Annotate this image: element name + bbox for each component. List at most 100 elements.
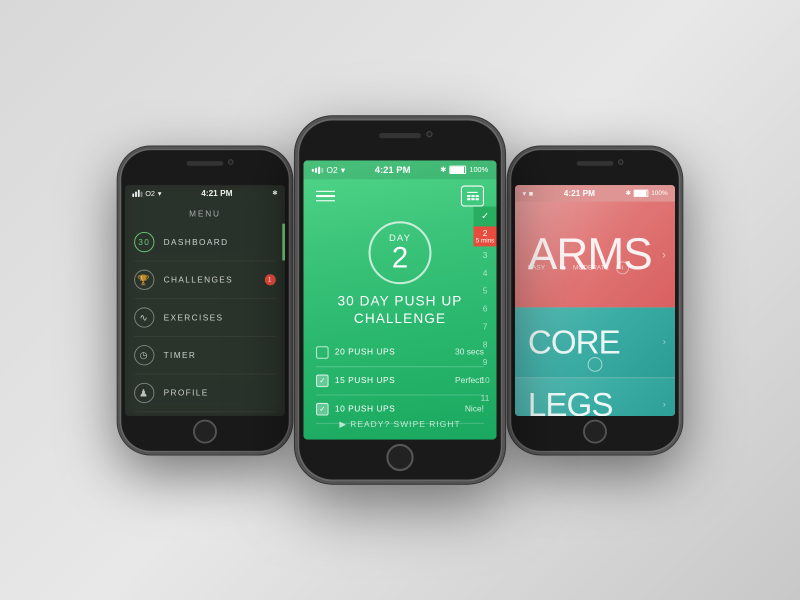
legs-label: LEGS xyxy=(528,385,613,415)
arms-section[interactable]: ARMS › EASY › MODERATE i xyxy=(515,201,675,307)
arms-chevron: › xyxy=(662,248,666,261)
menu-list: 30 DASHBOARD 🏆 CHALLENGES 1 ∿ EXERCISES xyxy=(125,223,285,415)
battery-label: 100% xyxy=(469,166,488,173)
exercise-left-2: ✓ 15 PUSH UPS xyxy=(316,374,395,387)
menu-item-settings[interactable]: ⚙ SETTINGS xyxy=(134,412,276,416)
bluetooth-icon: ✱ xyxy=(272,189,277,196)
center-time: 4:21 PM xyxy=(375,165,411,176)
active-indicator xyxy=(282,223,285,260)
center-carrier-label: O2 xyxy=(327,165,338,174)
moderate-dot xyxy=(562,266,566,270)
left-phone-screen: O2 ▾ 4:21 PM ✱ MENU 30 DASHBOARD xyxy=(125,185,285,416)
menu-item-challenges[interactable]: 🏆 CHALLENGES 1 xyxy=(134,261,276,299)
checkbox-3[interactable]: ✓ xyxy=(316,403,329,416)
menu-item-dashboard[interactable]: 30 DASHBOARD xyxy=(134,223,276,261)
left-phone: O2 ▾ 4:21 PM ✱ MENU 30 DASHBOARD xyxy=(118,146,293,454)
center-nav xyxy=(303,179,496,213)
right-wifi-icon: ■ xyxy=(529,189,533,197)
day-sel-6[interactable]: 6 xyxy=(474,300,497,318)
legs-section[interactable]: LEGS › xyxy=(515,377,675,416)
right-battery xyxy=(634,189,649,196)
day-label: DAY xyxy=(389,233,411,244)
day-sel-11[interactable]: 11 xyxy=(474,389,497,407)
day-sel-9[interactable]: 9 xyxy=(474,354,497,372)
right-phone-icons: ✱ 100% xyxy=(626,189,668,196)
center-carrier: O2 ▾ xyxy=(312,165,345,174)
day-sel-10[interactable]: 10 xyxy=(474,371,497,389)
exercise-name-2: 15 PUSH UPS xyxy=(335,376,395,385)
right-battery-fill xyxy=(635,190,647,196)
carrier: O2 ▾ xyxy=(132,189,161,197)
core-section[interactable]: CORE › xyxy=(515,307,675,376)
moderate-label: MODERATE xyxy=(573,265,609,271)
menu-header: MENU xyxy=(125,201,285,223)
center-phone-camera xyxy=(426,131,432,137)
left-status-bar: O2 ▾ 4:21 PM ✱ xyxy=(125,185,285,202)
day-sel-3[interactable]: 3 xyxy=(474,246,497,264)
profile-label: PROFILE xyxy=(164,388,209,397)
challenges-label: CHALLENGES xyxy=(164,275,233,284)
challenges-icon: 🏆 xyxy=(134,269,154,289)
day-sel-2[interactable]: 25 mins xyxy=(474,227,497,247)
challenge-title: 30 DAY PUSH UPCHALLENGE xyxy=(303,293,496,328)
right-phone: ▾ ■ 4:21 PM ✱ 100% CHA xyxy=(508,146,683,454)
checkbox-1[interactable] xyxy=(316,346,329,359)
difficulty-row: EASY › MODERATE i xyxy=(528,261,662,274)
day-number: 2 xyxy=(392,243,408,272)
battery-body xyxy=(449,166,466,174)
right-phone-screen: ▾ ■ 4:21 PM ✱ 100% CHA xyxy=(515,185,675,416)
center-phone-speaker xyxy=(379,133,421,138)
right-phone-home-button[interactable] xyxy=(583,419,607,443)
day-sel-1[interactable]: ✓ xyxy=(474,207,497,227)
menu-item-profile[interactable]: ♟ PROFILE xyxy=(134,374,276,412)
exercises-icon: ∿ xyxy=(134,307,154,327)
exercise-name-1: 20 PUSH UPS xyxy=(335,348,395,357)
right-phone-speaker xyxy=(577,161,614,166)
day-sel-7[interactable]: 7 xyxy=(474,318,497,336)
dashboard-icon: 30 xyxy=(134,231,154,251)
timer-icon: ◷ xyxy=(134,345,154,365)
carrier-label: O2 xyxy=(145,189,155,197)
center-phone: O2 ▾ 4:21 PM ✱ 100% xyxy=(295,116,505,484)
menu-item-exercises[interactable]: ∿ EXERCISES xyxy=(134,299,276,337)
core-circle-btn[interactable] xyxy=(588,356,603,371)
wifi-icon: ▾ xyxy=(158,189,162,197)
hamburger-menu[interactable] xyxy=(316,191,335,202)
legs-chevron: › xyxy=(663,400,666,410)
phones-container: O2 ▾ 4:21 PM ✱ MENU 30 DASHBOARD xyxy=(110,125,690,475)
checkbox-2[interactable]: ✓ xyxy=(316,374,329,387)
center-phone-home-button[interactable] xyxy=(386,444,413,471)
day-sel-8[interactable]: 8 xyxy=(474,336,497,354)
center-phone-screen: O2 ▾ 4:21 PM ✱ 100% xyxy=(303,160,496,439)
exercise-left-1: 20 PUSH UPS xyxy=(316,346,395,359)
battery xyxy=(449,166,466,174)
day-sel-5[interactable]: 5 xyxy=(474,282,497,300)
info-icon[interactable]: i xyxy=(616,261,629,274)
timer-label: TIMER xyxy=(164,350,197,359)
easy-label: EASY xyxy=(528,265,545,271)
right-status-bar: ▾ ■ 4:21 PM ✱ 100% xyxy=(515,185,675,202)
exercise-item-2[interactable]: ✓ 15 PUSH UPS Perfect! xyxy=(316,367,484,395)
right-bt-icon: ✱ xyxy=(626,189,631,196)
left-time: 4:21 PM xyxy=(201,188,232,197)
phone-speaker xyxy=(187,161,224,166)
phone-home-button[interactable] xyxy=(193,419,217,443)
menu-item-timer[interactable]: ◷ TIMER xyxy=(134,336,276,374)
right-phone-camera xyxy=(618,159,624,165)
exercise-list: 20 PUSH UPS 30 secs ✓ 15 PUSH UPS Perfec… xyxy=(303,339,496,424)
right-battery-label: 100% xyxy=(651,190,667,196)
day-sel-4[interactable]: 4 xyxy=(474,264,497,282)
center-status-bar: O2 ▾ 4:21 PM ✱ 100% xyxy=(303,160,496,179)
exercise-item-1[interactable]: 20 PUSH UPS 30 secs xyxy=(316,339,484,367)
right-carrier: ▾ ■ xyxy=(522,189,533,197)
battery-fill xyxy=(450,167,464,173)
exercise-left-3: ✓ 10 PUSH UPS xyxy=(316,403,395,416)
right-status-icons: ✱ xyxy=(272,189,277,196)
right-time: 4:21 PM xyxy=(564,188,595,197)
right-battery-body xyxy=(634,189,649,196)
core-label: CORE xyxy=(528,323,620,362)
core-chevron: › xyxy=(663,337,666,347)
exercise-name-3: 10 PUSH UPS xyxy=(335,404,395,413)
day-circle: DAY 2 xyxy=(369,221,432,284)
dashboard-label: DASHBOARD xyxy=(164,237,229,246)
